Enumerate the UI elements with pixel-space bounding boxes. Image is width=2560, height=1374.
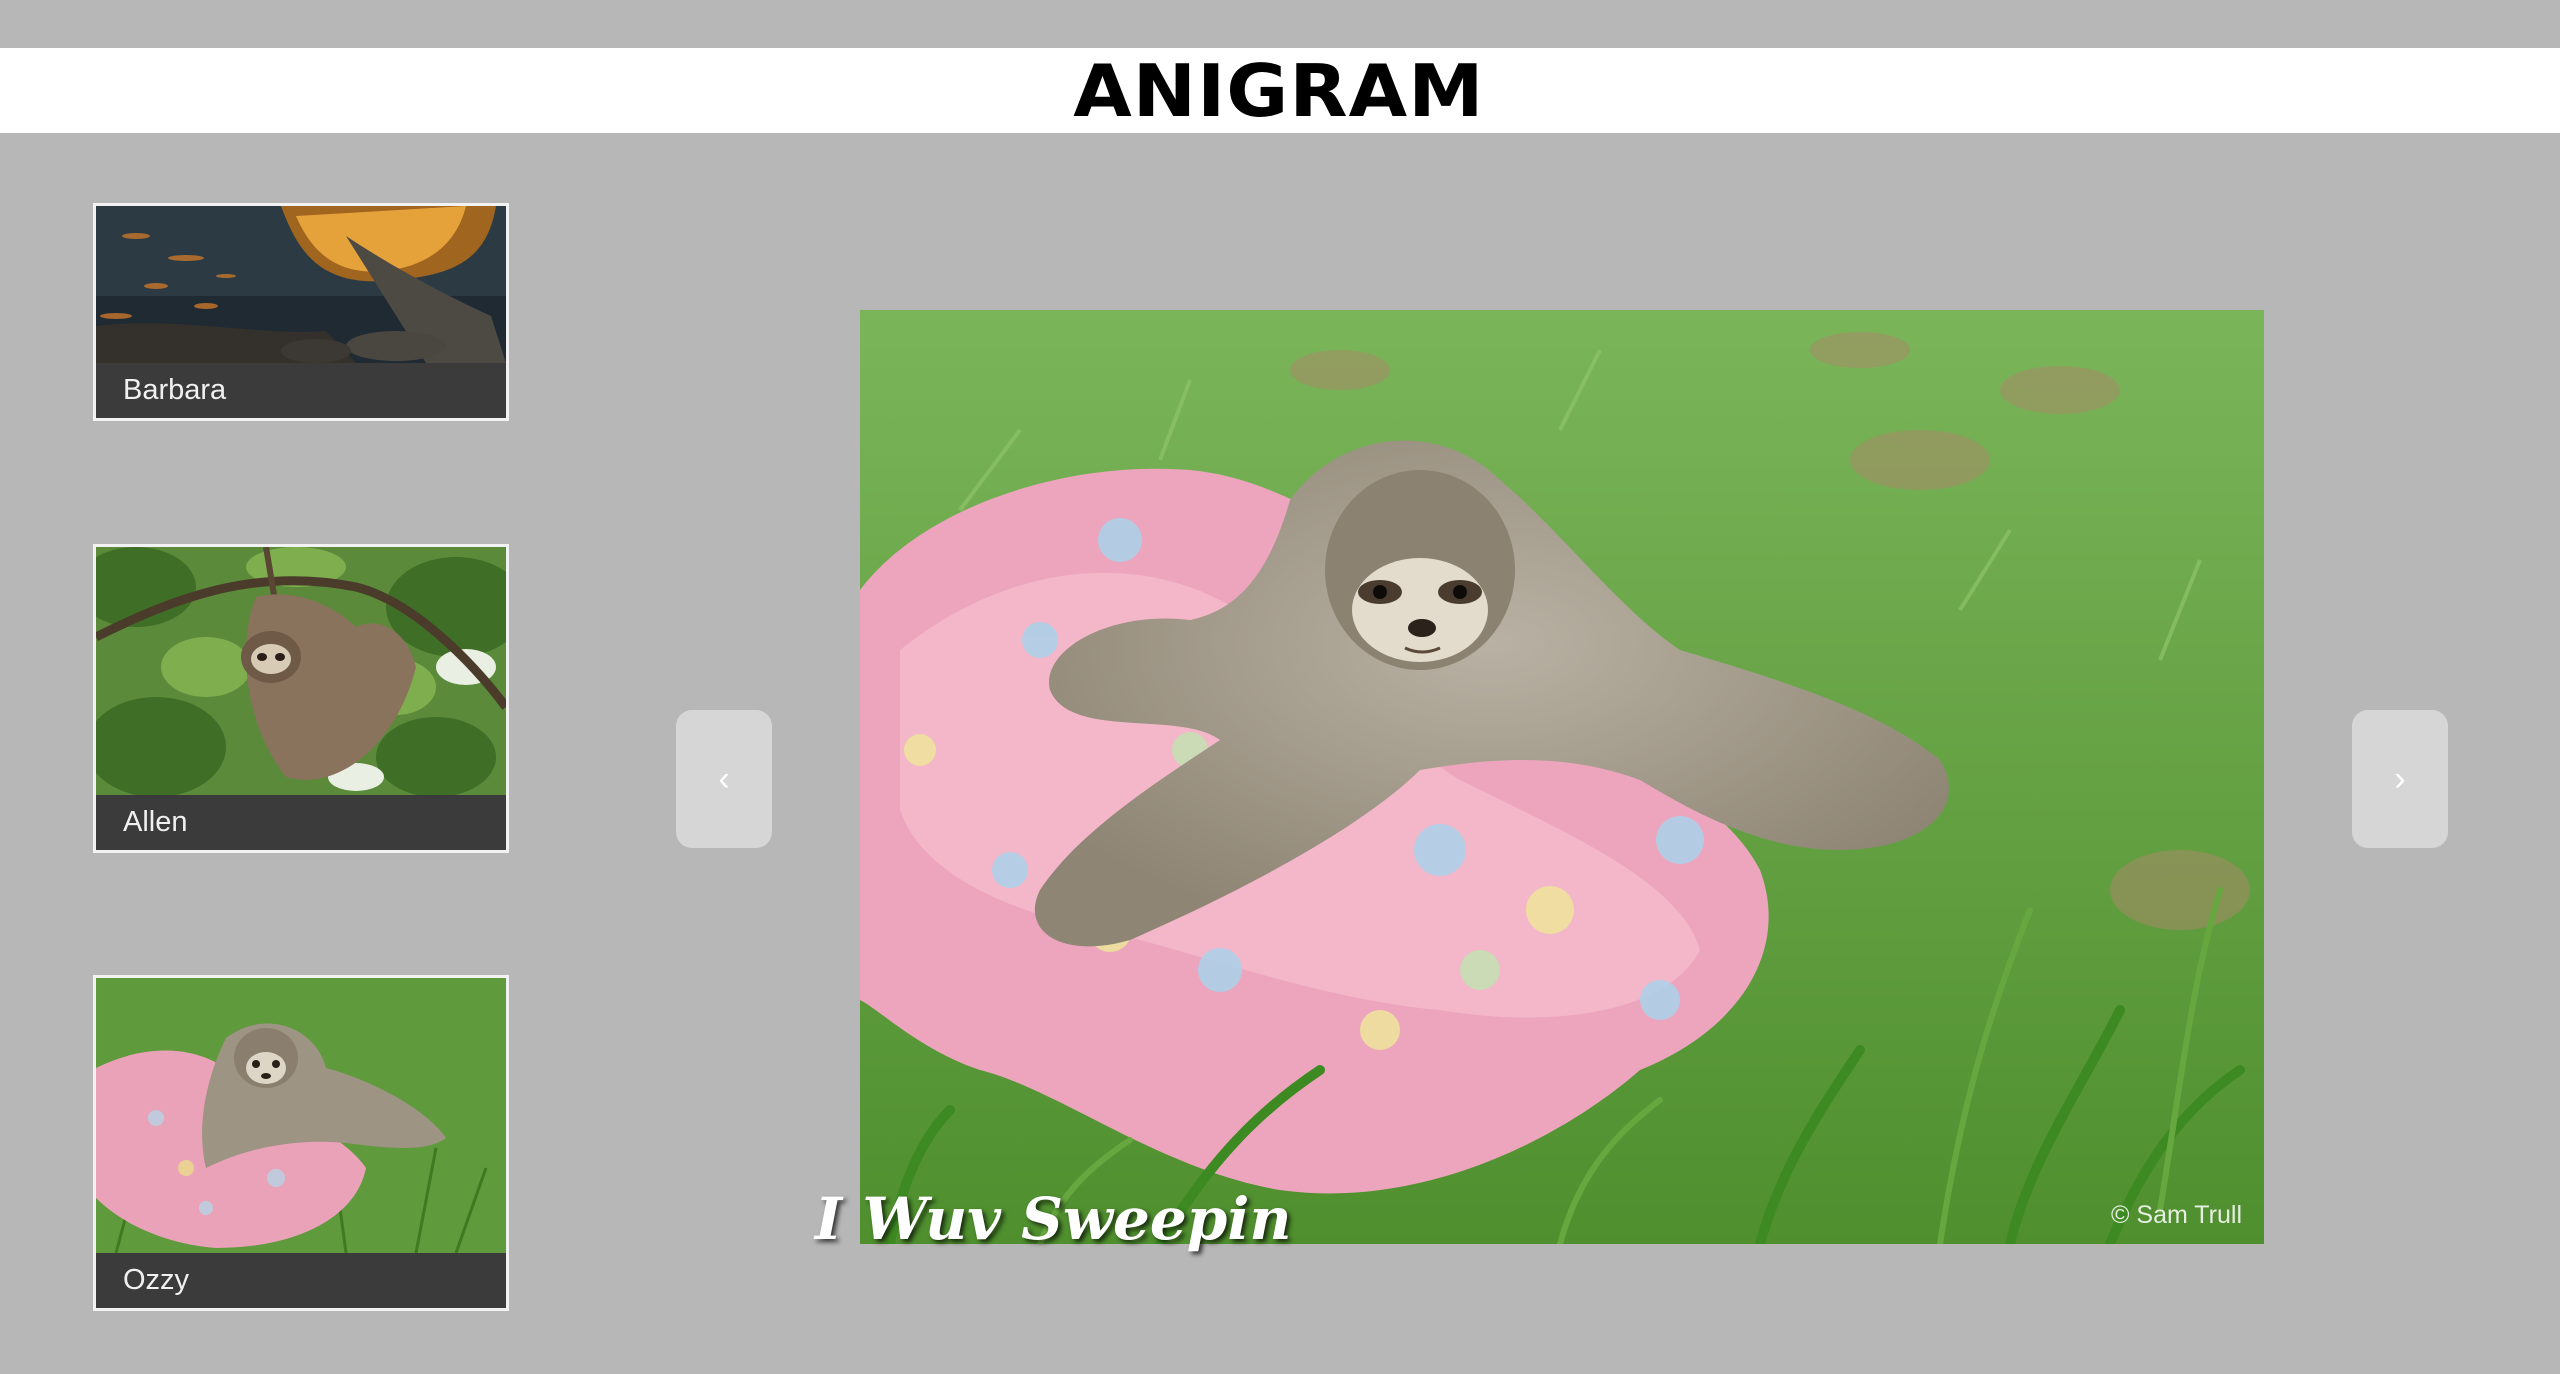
thumbnail-ozzy[interactable]: Ozzy [93, 975, 509, 1311]
thumbnail-caption: Allen [96, 795, 506, 850]
thumbnail-allen[interactable]: Allen [93, 544, 509, 853]
thumbnail-caption: Ozzy [96, 1253, 506, 1308]
chevron-left-icon: ‹ [718, 759, 730, 798]
main-photo: © Sam Trull [860, 310, 2264, 1244]
previous-button[interactable]: ‹ [676, 710, 772, 848]
chevron-right-icon: › [2394, 759, 2406, 798]
thumbnail-barbara[interactable]: Barbara [93, 203, 509, 421]
next-button[interactable]: › [2352, 710, 2448, 848]
thumbnail-image [96, 206, 506, 363]
thumbnail-image [96, 547, 506, 795]
main-photo-caption: I Wuv Sweepin [815, 1185, 1292, 1253]
app-logo[interactable]: ANIGRAM [1073, 55, 1484, 127]
header-bar: ANIGRAM [0, 48, 2560, 133]
photo-credit: © Sam Trull [2111, 1201, 2242, 1229]
thumbnail-image [96, 978, 506, 1253]
thumbnail-caption: Barbara [96, 363, 506, 418]
